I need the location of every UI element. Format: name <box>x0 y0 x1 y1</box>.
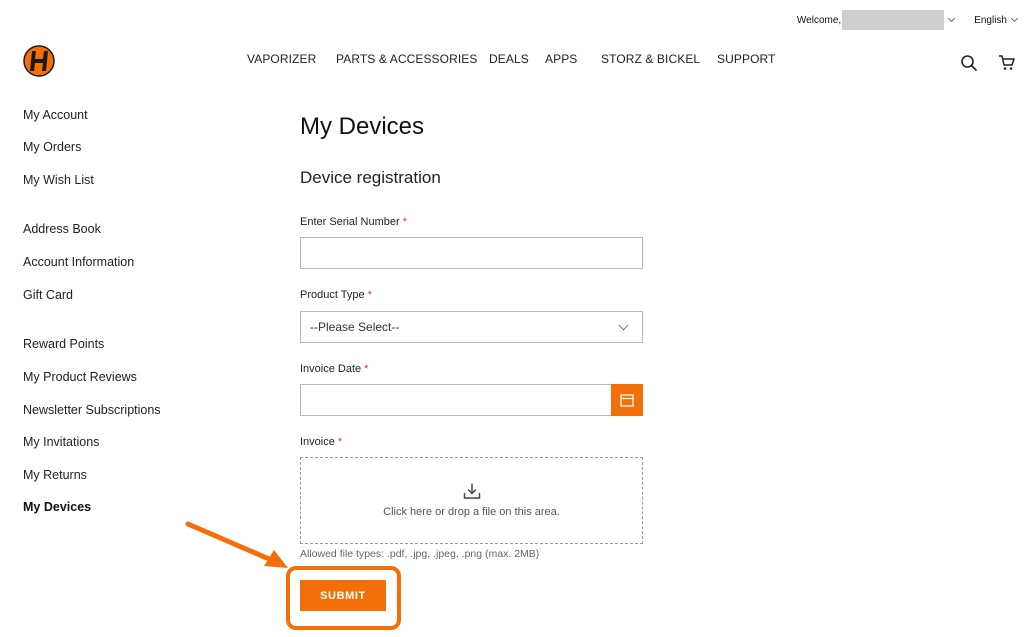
sidebar-item-gift-card[interactable]: Gift Card <box>23 288 73 302</box>
sidebar-item-my-returns[interactable]: My Returns <box>23 468 87 482</box>
nav-item-parts-accessories[interactable]: PARTS & ACCESSORIES <box>336 52 478 66</box>
serial-number-label-text: Enter Serial Number <box>300 216 400 228</box>
sidebar-item-my-product-reviews[interactable]: My Product Reviews <box>23 370 137 384</box>
nav-item-deals[interactable]: DEALS <box>489 52 529 66</box>
annotation-arrow-icon <box>185 521 288 568</box>
required-mark: * <box>364 363 369 375</box>
invoice-label-text: Invoice <box>300 436 335 448</box>
download-tray-icon <box>463 483 481 499</box>
required-mark: * <box>367 289 372 301</box>
language-label: English <box>974 14 1007 26</box>
chevron-down-icon <box>1010 14 1019 23</box>
account-menu[interactable]: Welcome, <box>796 10 956 30</box>
welcome-label: Welcome, <box>796 14 842 26</box>
required-mark: * <box>402 216 407 228</box>
invoice-date-label: Invoice Date * <box>300 363 368 375</box>
calendar-icon <box>620 394 634 407</box>
invoice-date-input[interactable] <box>300 384 612 416</box>
nav-item-vaporizer[interactable]: VAPORIZER <box>247 52 316 66</box>
sidebar-item-my-account[interactable]: My Account <box>23 108 88 122</box>
product-type-select[interactable]: --Please Select-- <box>300 311 643 343</box>
chevron-down-icon <box>618 320 629 330</box>
page-title: My Devices <box>300 113 425 140</box>
redacted-username <box>842 10 945 30</box>
submit-button[interactable]: SUBMIT <box>300 580 386 611</box>
cart-icon[interactable] <box>998 54 1016 72</box>
sidebar-item-account-information[interactable]: Account Information <box>23 255 134 269</box>
nav-item-storz-bickel[interactable]: STORZ & BICKEL <box>601 52 700 66</box>
sidebar-item-my-wish-list[interactable]: My Wish List <box>23 173 94 187</box>
invoice-file-dropzone[interactable]: Click here or drop a file on this area. <box>300 457 643 544</box>
required-mark: * <box>337 436 343 448</box>
allowed-file-types-hint: Allowed file types: .pdf, .jpg, .jpeg, .… <box>300 548 540 560</box>
sidebar-item-newsletter-subscriptions[interactable]: Newsletter Subscriptions <box>23 403 161 417</box>
product-type-label-text: Product Type <box>300 289 365 301</box>
invoice-date-label-text: Invoice Date <box>300 363 362 375</box>
dropzone-text: Click here or drop a file on this area. <box>383 506 560 518</box>
sidebar-item-my-invitations[interactable]: My Invitations <box>23 435 99 449</box>
serial-number-input[interactable] <box>300 237 643 269</box>
sidebar-item-address-book[interactable]: Address Book <box>23 222 101 236</box>
nav-item-support[interactable]: SUPPORT <box>717 52 776 66</box>
product-type-label: Product Type * <box>300 289 372 301</box>
sidebar-item-my-devices[interactable]: My Devices <box>23 500 91 514</box>
section-title: Device registration <box>300 168 441 187</box>
sidebar-item-reward-points[interactable]: Reward Points <box>23 337 104 351</box>
sidebar-item-my-orders[interactable]: My Orders <box>23 140 81 154</box>
top-utility-bar: Welcome, English <box>796 10 1019 30</box>
nav-item-apps[interactable]: APPS <box>545 52 577 66</box>
date-picker-button[interactable] <box>611 384 643 416</box>
chevron-down-icon <box>948 14 956 23</box>
search-icon[interactable] <box>960 54 978 72</box>
invoice-label: Invoice * <box>300 436 342 448</box>
main-navigation: VAPORIZER PARTS & ACCESSORIES DEALS APPS… <box>0 52 1027 68</box>
serial-number-label: Enter Serial Number * <box>300 216 407 228</box>
product-type-selected-value: --Please Select-- <box>310 320 400 334</box>
language-switcher[interactable]: English <box>974 14 1019 26</box>
